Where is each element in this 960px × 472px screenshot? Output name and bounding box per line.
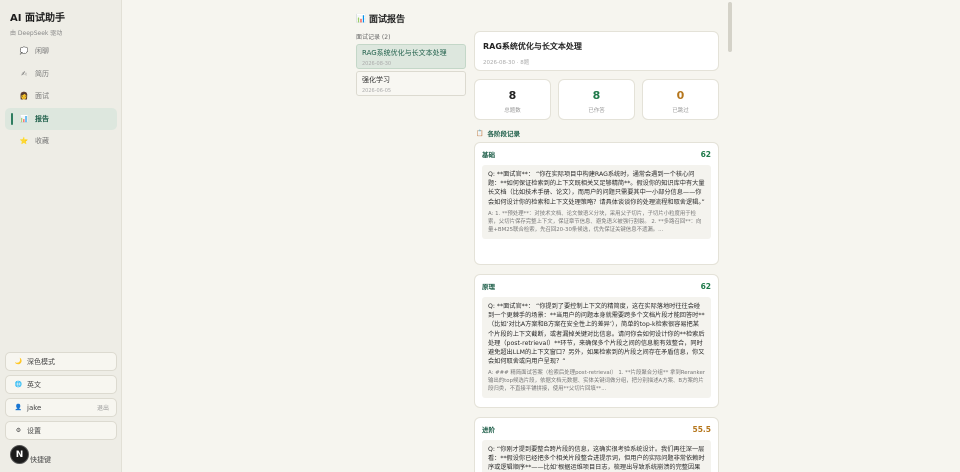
- stat-value: 8: [508, 89, 517, 102]
- stage-tag: 进阶: [482, 426, 495, 434]
- record-date: 2026-06-05: [362, 88, 392, 94]
- stat-value: 8: [592, 89, 601, 102]
- score-badge: 62: [700, 281, 711, 291]
- record-title: RAG系统优化与长文本处理: [362, 49, 447, 57]
- user-icon: 👤: [14, 404, 23, 411]
- resume-icon: ✍: [21, 69, 27, 78]
- question-card[interactable]: 基础 62 Q: **面试官**： “你在实际项目中构建RAG系统时，通常会遇到一个…: [474, 142, 719, 265]
- stat-label: 总题数: [504, 108, 521, 114]
- interview-icon: 👩: [19, 92, 29, 100]
- page-title: 📊 面试报告: [356, 12, 405, 25]
- question-text: Q: “你刚才提到要整合跨片段的信息，这确实很考验系统设计。我们再往深一层看：*…: [488, 446, 705, 472]
- stat-card: 8 总题数: [474, 79, 551, 120]
- app-title: AI 面试助手: [10, 13, 65, 24]
- language-label: 英文: [27, 380, 41, 389]
- sidebar-item-label: 简历: [35, 69, 49, 78]
- qa-box: Q: **面试官**： “你在实际项目中构建RAG系统时，通常会遇到一个核心问题…: [482, 165, 711, 239]
- logout-button[interactable]: 退出: [97, 403, 109, 412]
- answer-text: A: ### 精简面试答案（检索后处理post-retrieval） 1. **…: [488, 370, 706, 393]
- stat-value: 0: [676, 89, 685, 102]
- question-header: 进阶 55.5: [482, 424, 711, 435]
- record-item[interactable]: RAG系统优化与长文本处理 2026-08-30: [356, 44, 466, 69]
- sidebar-item-label: 收藏: [35, 137, 49, 145]
- user-row: 👤 jake 退出: [5, 398, 117, 417]
- dark-mode-label: 深色模式: [27, 357, 55, 366]
- scrollbar[interactable]: [728, 2, 732, 52]
- records-list: RAG系统优化与长文本处理 2026-08-30 强化学习 2026-06-05: [356, 44, 466, 98]
- sidebar-item-0[interactable]: 💭 闲聊: [5, 40, 117, 62]
- clipboard-icon: 📋: [476, 129, 484, 137]
- record-item[interactable]: 强化学习 2026-06-05: [356, 71, 466, 96]
- gear-icon: ⚙: [15, 427, 22, 434]
- section-label-text: 各阶段记录: [487, 130, 520, 138]
- app-subtitle: 由 DeepSeek 驱动: [10, 30, 63, 37]
- language-button[interactable]: 🌐 英文: [5, 375, 117, 394]
- question-header: 基础 62: [482, 149, 711, 160]
- settings-label: 设置: [27, 426, 41, 435]
- stat-card: 8 已作答: [558, 79, 635, 120]
- brand: AI 面试助手 由 DeepSeek 驱动: [10, 9, 65, 37]
- stat-card: 0 已跳过: [642, 79, 719, 120]
- score-badge: 55.5: [692, 424, 711, 434]
- moon-icon: 🌙: [14, 358, 23, 365]
- sidebar-item-3[interactable]: 📊 报告: [5, 107, 117, 130]
- section-label: 📋 各阶段记录: [476, 128, 520, 139]
- question-card[interactable]: 进阶 55.5 Q: “你刚才提到要整合跨片段的信息，这确实很考验系统设计。我们再往…: [474, 417, 719, 472]
- shortcuts-label[interactable]: 快捷键: [30, 455, 51, 465]
- sidebar-bottom: 🌙 深色模式 🌐 英文 👤 jake 退出 ⚙ 设置: [5, 352, 117, 444]
- report-detail-title: RAG系统优化与长文本处理: [483, 42, 582, 51]
- page-title-text: 面试报告: [369, 15, 406, 25]
- stage-tag: 原理: [482, 283, 495, 291]
- report-chart-icon: 📊: [356, 14, 366, 23]
- sidebar-item-4[interactable]: ⭐ 收藏: [5, 130, 117, 152]
- records-header: 面试记录 (2): [356, 34, 391, 41]
- qa-box: Q: “你刚才提到要整合跨片段的信息，这确实很考验系统设计。我们再往深一层看：*…: [482, 440, 711, 472]
- sidebar-item-label: 面试: [35, 92, 49, 100]
- sidebar-item-1[interactable]: ✍ 简历: [5, 63, 117, 85]
- sidebar: AI 面试助手 由 DeepSeek 驱动 💭 闲聊 ✍ 简历 👩 面试 📊 报告 ⭐ 收藏 🌙 …: [0, 0, 122, 472]
- question-text: Q: **面试官**： “你在实际项目中构建RAG系统时，通常会遇到一个核心问题…: [488, 171, 705, 206]
- dark-mode-button[interactable]: 🌙 深色模式: [5, 352, 117, 371]
- record-title: 强化学习: [362, 76, 390, 84]
- question-text: Q: **面试官**： “你提到了要控制上下文的精简度，这在实际落地时往往会碰到…: [488, 303, 705, 366]
- globe-icon: 🌐: [14, 381, 23, 388]
- username: jake: [27, 403, 42, 412]
- report-detail-meta: 2026-08-30 · 8题: [483, 60, 530, 66]
- sidebar-item-label: 闲聊: [35, 47, 49, 55]
- star-icon: ⭐: [19, 137, 29, 145]
- question-header: 原理 62: [482, 281, 711, 292]
- qa-box: Q: **面试官**： “你提到了要控制上下文的精简度，这在实际落地时往往会碰到…: [482, 297, 711, 399]
- report-header-card: RAG系统优化与长文本处理 2026-08-30 · 8题: [474, 31, 719, 71]
- sidebar-item-2[interactable]: 👩 面试: [5, 85, 117, 107]
- question-card[interactable]: 原理 62 Q: **面试官**： “你提到了要控制上下文的精简度，这在实际落地时往…: [474, 274, 719, 408]
- stage-tag: 基础: [482, 151, 495, 159]
- report-chart-icon: 📊: [19, 114, 29, 123]
- avatar[interactable]: N: [10, 445, 29, 464]
- stat-label: 已作答: [588, 108, 605, 114]
- chat-bubble-icon: 💭: [19, 47, 29, 55]
- stat-label: 已跳过: [672, 108, 689, 114]
- score-badge: 62: [700, 149, 711, 159]
- sidebar-nav: 💭 闲聊 ✍ 简历 👩 面试 📊 报告 ⭐ 收藏: [5, 40, 117, 153]
- record-date: 2026-08-30: [362, 61, 392, 67]
- settings-button[interactable]: ⚙ 设置: [5, 421, 117, 440]
- answer-text: A: 1. **预处理**：对技术文档、论文做语义分块，采用父子切片，子切片小粒…: [488, 210, 702, 233]
- sidebar-item-label: 报告: [35, 114, 49, 123]
